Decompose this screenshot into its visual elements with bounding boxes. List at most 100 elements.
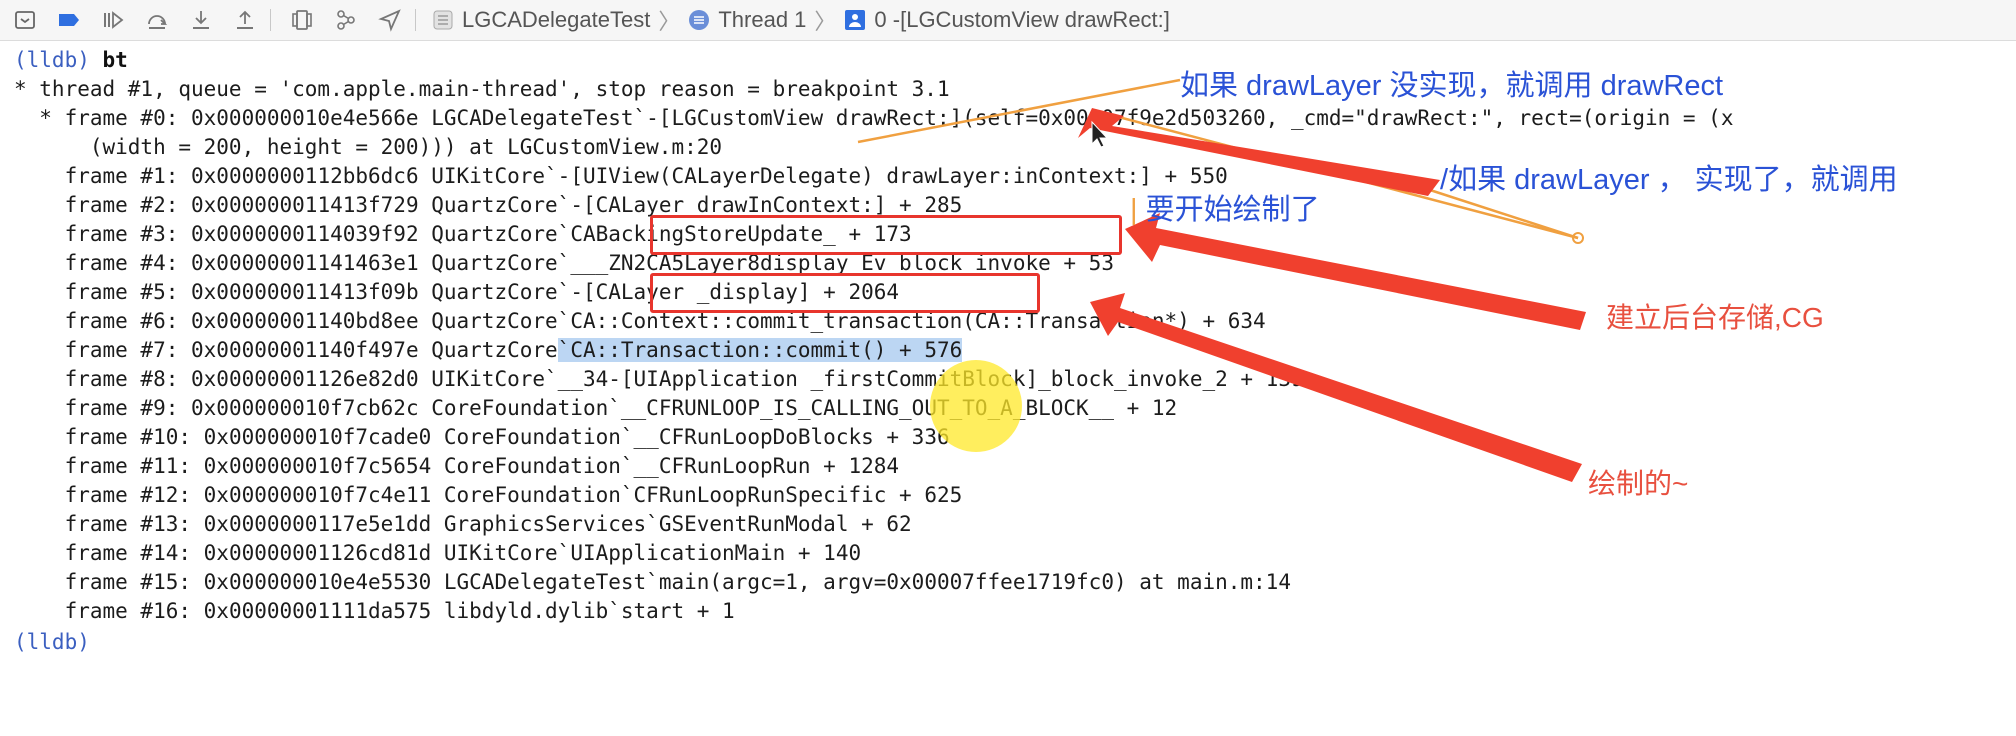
- end-prompt: (lldb): [14, 628, 90, 657]
- frame-indent: [14, 222, 65, 246]
- frame-row: frame #6: 0x00000001140bd8ee QuartzCore`…: [14, 307, 1266, 336]
- frame-0-line: * frame #0: 0x000000010e4e566e LGCADeleg…: [14, 106, 1734, 130]
- breadcrumb-thread[interactable]: Thread 1: [688, 7, 806, 33]
- debug-console[interactable]: (lldb) bt * thread #1, queue = 'com.appl…: [0, 44, 2016, 736]
- frame-row: frame #8: 0x00000001126e82d0 UIKitCore`_…: [14, 365, 1304, 394]
- step-over-icon[interactable]: [138, 1, 176, 39]
- memory-graph-icon[interactable]: [327, 1, 365, 39]
- continue-icon[interactable]: [94, 1, 132, 39]
- frame-row: frame #4: 0x00000001141463e1 QuartzCore`…: [14, 249, 1114, 278]
- frame-row: frame #9: 0x000000010f7cb62c CoreFoundat…: [14, 394, 1178, 423]
- frame-symbol: `___ZN2CA5Layer8display_Ev_block_invoke …: [557, 251, 1114, 275]
- frame-addr: 0x0000000112bb6dc6: [191, 164, 432, 188]
- frame-indent: [14, 338, 65, 362]
- breadcrumb-thread-label: Thread 1: [718, 7, 807, 32]
- breadcrumb-frame[interactable]: 0 -[LGCustomView drawRect:]: [844, 7, 1170, 33]
- frame-module: LGCADelegateTest: [443, 570, 647, 594]
- frame-num: frame #14:: [64, 541, 204, 565]
- frame-module: GraphicsServices: [443, 512, 647, 536]
- frame-module: CoreFoundation: [431, 396, 609, 420]
- frame-symbol: `-[CALayer _display] + 2064: [557, 280, 900, 304]
- frame-num: frame #4:: [64, 251, 192, 275]
- frame-addr: 0x000000010f7cb62c: [191, 396, 432, 420]
- frame-indent: [14, 454, 65, 478]
- frame-addr: 0x000000010e4e5530: [203, 570, 444, 594]
- frame-addr: 0x00000001126cd81d: [203, 541, 444, 565]
- frame-row: frame #16: 0x00000001111da575 libdyld.dy…: [14, 597, 735, 626]
- frame-module: CoreFoundation: [443, 483, 621, 507]
- frame-addr: 0x00000001140f497e: [191, 338, 432, 362]
- frame-num: frame #16:: [64, 599, 204, 623]
- frame-addr: 0x000000011413f729: [191, 193, 432, 217]
- frame-num: frame #13:: [64, 512, 204, 536]
- thread-icon: [688, 9, 710, 31]
- debug-toolbar: LGCADelegateTest 〉 Thread 1 〉 0 -[LGCust…: [0, 0, 2016, 41]
- frame-module: QuartzCore: [431, 193, 558, 217]
- frame-symbol: `CABackingStoreUpdate_ + 173: [557, 222, 912, 246]
- thread-line: * thread #1, queue = 'com.apple.main-thr…: [14, 77, 950, 101]
- frame-module: libdyld.dylib: [443, 599, 609, 623]
- frame-row: frame #1: 0x0000000112bb6dc6 UIKitCore`-…: [14, 162, 1228, 191]
- frame-module: CoreFoundation: [443, 425, 621, 449]
- lldb-prompt: (lldb): [14, 48, 90, 72]
- view-hierarchy-icon[interactable]: [283, 1, 321, 39]
- frame-num: frame #12:: [64, 483, 204, 507]
- chevron-right-icon: 〉: [658, 9, 681, 34]
- frame-num: frame #10:: [64, 425, 204, 449]
- frame-symbol: `main(argc=1, argv=0x00007ffee1719fc0) a…: [646, 570, 1291, 594]
- frame-row: frame #13: 0x0000000117e5e1dd GraphicsSe…: [14, 510, 912, 539]
- breadcrumb-frame-label: 0 -[LGCustomView drawRect:]: [874, 7, 1170, 32]
- console-command-line: (lldb) bt: [14, 46, 128, 75]
- frame-num: frame #7:: [64, 338, 192, 362]
- frame-indent: [14, 164, 65, 188]
- frame-symbol: `CA::Context::commit_transaction(CA::Tra…: [557, 309, 1266, 333]
- frame-module: QuartzCore: [431, 222, 558, 246]
- frame-indent: [14, 599, 65, 623]
- frame-indent: [14, 425, 65, 449]
- console-command: bt: [102, 48, 128, 72]
- toolbar-divider: [415, 9, 416, 31]
- frame-addr: 0x000000010f7cade0: [203, 425, 444, 449]
- frame-symbol: `__CFRunLoopDoBlocks + 336: [620, 425, 950, 449]
- frame-row: frame #12: 0x000000010f7c4e11 CoreFounda…: [14, 481, 963, 510]
- location-icon[interactable]: [371, 1, 409, 39]
- frame-indent: [14, 193, 65, 217]
- frame-indent: [14, 396, 65, 420]
- frame-num: frame #15:: [64, 570, 204, 594]
- chevron-right-icon: 〉: [814, 9, 837, 34]
- frame-symbol: `GSEventRunModal + 62: [646, 512, 912, 536]
- frame-num: frame #2:: [64, 193, 192, 217]
- frame-indent: [14, 541, 65, 565]
- frame-symbol: `UIApplicationMain + 140: [557, 541, 862, 565]
- frame-module: UIKitCore: [431, 367, 546, 391]
- step-into-icon[interactable]: [182, 1, 220, 39]
- frame-num: frame #11:: [64, 454, 204, 478]
- frame-addr: 0x00000001111da575: [203, 599, 444, 623]
- frame-symbol: `CFRunLoopRunSpecific + 625: [620, 483, 963, 507]
- frame-symbol: `start + 1: [608, 599, 735, 623]
- frame-row: frame #7: 0x00000001140f497e QuartzCore`…: [14, 336, 963, 365]
- frame-addr: 0x00000001140bd8ee: [191, 309, 432, 333]
- breadcrumb-app-label: LGCADelegateTest: [462, 7, 651, 32]
- hide-console-icon[interactable]: [6, 1, 44, 39]
- frame-row: frame #3: 0x0000000114039f92 QuartzCore`…: [14, 220, 912, 249]
- frame-num: frame #6:: [64, 309, 192, 333]
- frame-module: QuartzCore: [431, 251, 558, 275]
- frame-indent: [14, 309, 65, 333]
- frame-row: frame #14: 0x00000001126cd81d UIKitCore`…: [14, 539, 862, 568]
- frame-symbol: `-[UIView(CALayerDelegate) drawLayer:inC…: [545, 164, 1228, 188]
- frame-addr: 0x0000000114039f92: [191, 222, 432, 246]
- step-out-icon[interactable]: [226, 1, 264, 39]
- frame-symbol: `__CFRunLoopRun + 1284: [620, 454, 900, 478]
- breadcrumb-app[interactable]: LGCADelegateTest: [432, 7, 650, 33]
- frame-module: CoreFoundation: [443, 454, 621, 478]
- frame-icon: [844, 9, 866, 31]
- frame-indent: [14, 280, 65, 304]
- breakpoint-icon[interactable]: [50, 1, 88, 39]
- frame-addr: 0x000000010f7c4e11: [203, 483, 444, 507]
- frame-row: frame #11: 0x000000010f7c5654 CoreFounda…: [14, 452, 899, 481]
- frame-addr: 0x00000001141463e1: [191, 251, 432, 275]
- frame-num: frame #9:: [64, 396, 192, 420]
- frame-addr: 0x0000000117e5e1dd: [203, 512, 444, 536]
- app-icon: [432, 9, 454, 31]
